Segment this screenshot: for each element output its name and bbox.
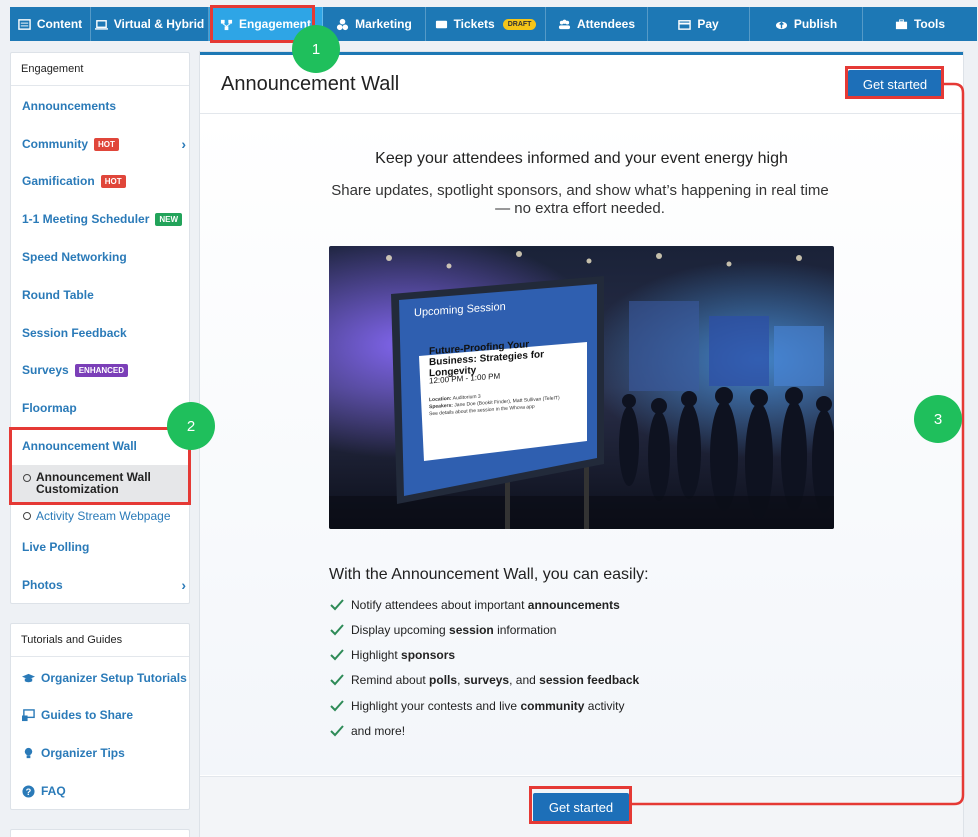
step-marker-3: 3 [914, 395, 962, 443]
connector-line [632, 82, 965, 806]
step-marker-2: 2 [167, 402, 215, 450]
step-marker-1: 1 [292, 25, 340, 73]
